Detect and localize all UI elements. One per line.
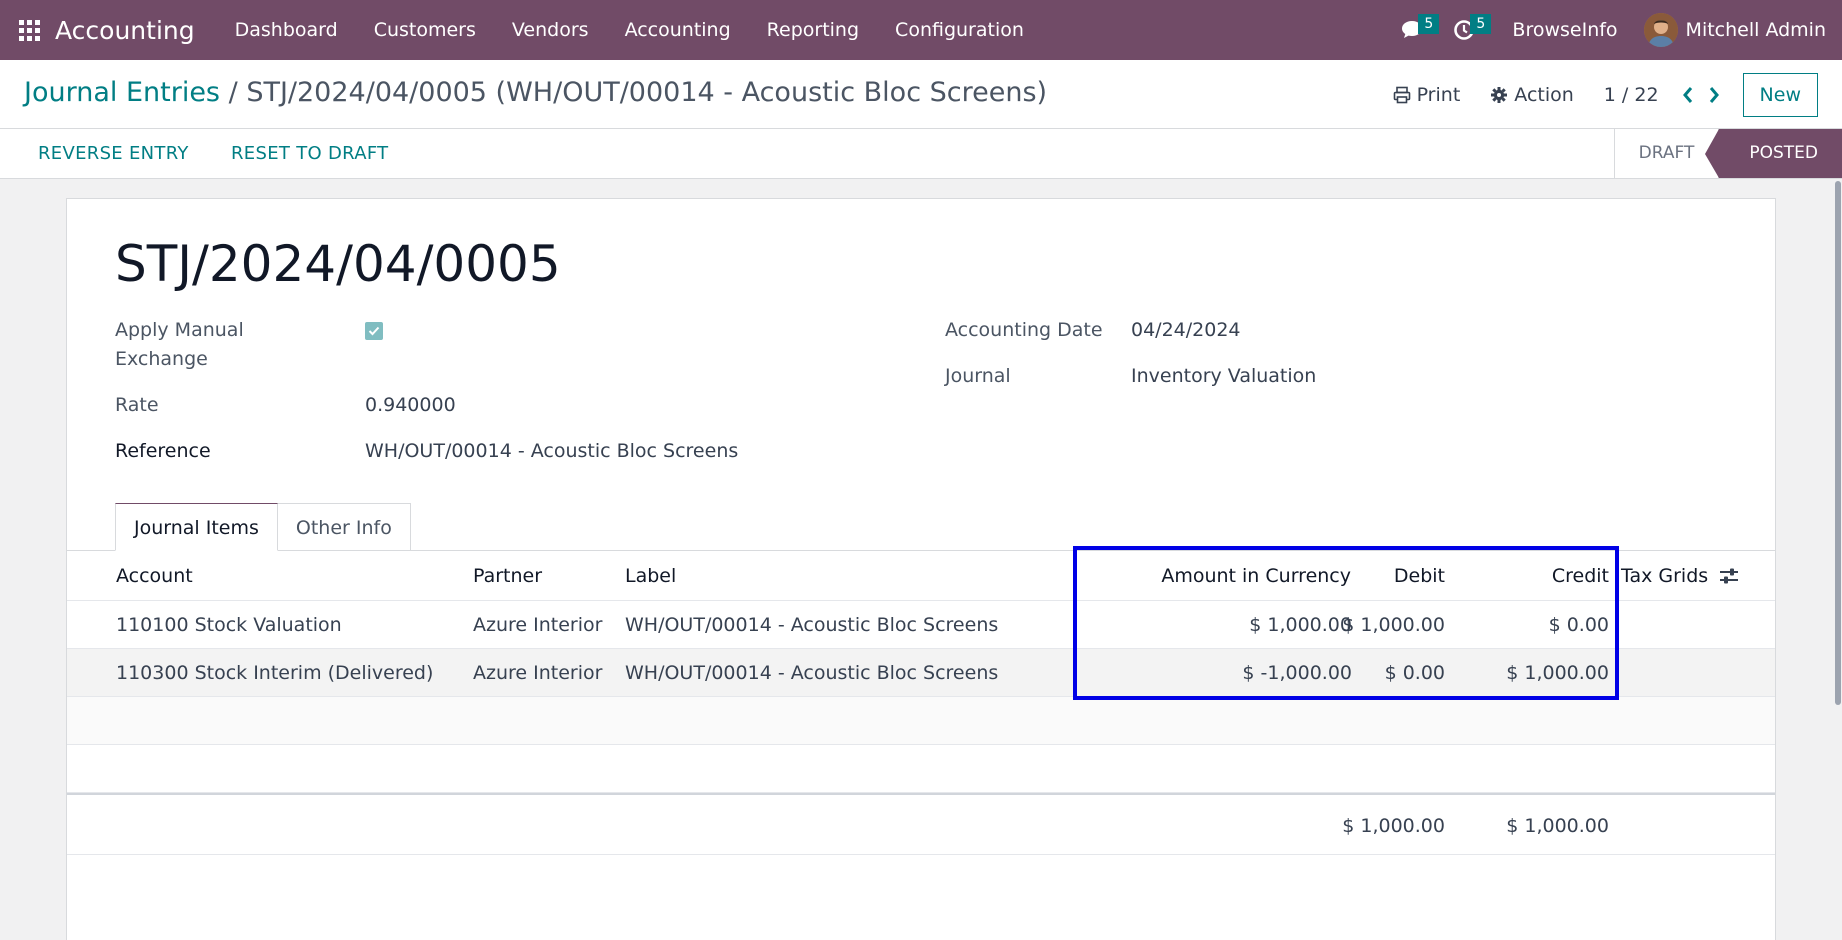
table-header: Account Partner Label Amount in Currency…: [67, 551, 1775, 601]
tab-journal-items[interactable]: Journal Items: [115, 503, 278, 551]
apply-manual-exchange-checkbox[interactable]: [365, 322, 383, 340]
print-label: Print: [1416, 84, 1461, 106]
print-icon: [1393, 86, 1410, 104]
activities-badge: 5: [1470, 14, 1492, 34]
row-credit: $ 0.00: [1548, 614, 1609, 636]
reference-label: Reference: [115, 440, 211, 462]
company-switcher[interactable]: BrowseInfo: [1512, 19, 1617, 41]
activities-button[interactable]: 5: [1444, 0, 1492, 60]
breadcrumb-separator: /: [228, 77, 238, 108]
scrollbar-thumb[interactable]: [1835, 181, 1841, 705]
optional-columns-icon[interactable]: [1719, 566, 1739, 586]
menu-accounting[interactable]: Accounting: [607, 19, 749, 41]
menu-reporting[interactable]: Reporting: [749, 19, 877, 41]
stage-selector: DRAFT POSTED: [1613, 129, 1842, 178]
menu-configuration[interactable]: Configuration: [877, 19, 1042, 41]
journal-label: Journal: [945, 365, 1011, 387]
print-button[interactable]: Print: [1393, 84, 1461, 106]
accounting-date-value[interactable]: 04/24/2024: [1131, 316, 1241, 345]
rate-value[interactable]: 0.940000: [365, 391, 456, 420]
action-button[interactable]: Action: [1490, 84, 1574, 106]
table-footer-totals: $ 1,000.00 $ 1,000.00: [67, 793, 1775, 855]
empty-row[interactable]: [67, 745, 1775, 793]
row-account: 110300 Stock Interim (Delivered): [116, 662, 434, 684]
status-bar: REVERSE ENTRY RESET TO DRAFT DRAFT POSTE…: [0, 129, 1842, 179]
apply-manual-exchange-label-line2: Exchange: [115, 348, 208, 370]
journal-items-table: Account Partner Label Amount in Currency…: [67, 551, 1775, 855]
menu-vendors[interactable]: Vendors: [494, 19, 607, 41]
pager-next-button[interactable]: [1701, 80, 1727, 110]
column-account[interactable]: Account: [116, 551, 193, 601]
chevron-right-icon: [1709, 87, 1719, 103]
total-credit: $ 1,000.00: [1506, 815, 1609, 837]
pager-previous-button[interactable]: [1675, 80, 1701, 110]
empty-row[interactable]: [67, 697, 1775, 745]
rate-label: Rate: [115, 394, 159, 416]
messages-badge: 5: [1418, 14, 1440, 34]
column-partner[interactable]: Partner: [473, 551, 542, 601]
user-menu[interactable]: Mitchell Admin: [1686, 19, 1826, 41]
checkmark-icon: [368, 326, 380, 336]
reset-to-draft-button[interactable]: RESET TO DRAFT: [231, 143, 388, 164]
menu-customers[interactable]: Customers: [356, 19, 494, 41]
column-debit[interactable]: Debit: [1275, 551, 1445, 601]
table-row[interactable]: 110300 Stock Interim (Delivered) Azure I…: [67, 649, 1775, 697]
breadcrumb: Journal Entries / STJ/2024/04/0005 (WH/O…: [24, 77, 1047, 108]
accounting-date-label: Accounting Date: [945, 319, 1103, 341]
action-label: Action: [1514, 84, 1574, 106]
stage-posted[interactable]: POSTED: [1705, 129, 1842, 178]
breadcrumb-root-link[interactable]: Journal Entries: [24, 77, 220, 108]
journal-value[interactable]: Inventory Valuation: [1131, 362, 1316, 391]
table-row[interactable]: 110100 Stock Valuation Azure Interior WH…: [67, 601, 1775, 649]
row-label: WH/OUT/00014 - Acoustic Bloc Screens: [625, 614, 999, 636]
row-debit: $ 1,000.00: [1342, 614, 1445, 636]
chevron-left-icon: [1682, 87, 1692, 103]
row-partner: Azure Interior: [473, 662, 603, 684]
row-account: 110100 Stock Valuation: [116, 614, 342, 636]
column-credit[interactable]: Credit: [1459, 551, 1609, 601]
top-navbar: Accounting Dashboard Customers Vendors A…: [0, 0, 1842, 60]
reverse-entry-button[interactable]: REVERSE ENTRY: [38, 143, 189, 164]
row-debit: $ 0.00: [1384, 662, 1445, 684]
pager-value[interactable]: 1 / 22: [1604, 84, 1659, 106]
app-name[interactable]: Accounting: [55, 16, 195, 45]
gear-icon: [1491, 87, 1508, 103]
column-label[interactable]: Label: [625, 551, 676, 601]
apps-menu-icon[interactable]: [18, 19, 40, 41]
menu-dashboard[interactable]: Dashboard: [217, 19, 356, 41]
row-credit: $ 1,000.00: [1506, 662, 1609, 684]
user-avatar[interactable]: [1643, 13, 1678, 47]
reference-value[interactable]: WH/OUT/00014 - Acoustic Bloc Screens: [365, 437, 738, 466]
stage-draft[interactable]: DRAFT: [1613, 129, 1719, 178]
breadcrumb-current: STJ/2024/04/0005 (WH/OUT/00014 - Acousti…: [246, 77, 1048, 108]
entry-title: STJ/2024/04/0005: [115, 235, 561, 293]
notebook-tabs: Journal Items Other Info: [115, 503, 411, 551]
new-button[interactable]: New: [1742, 73, 1818, 117]
form-sheet: STJ/2024/04/0005 Apply Manual Exchange R…: [66, 198, 1776, 940]
row-partner: Azure Interior: [473, 614, 603, 636]
apply-manual-exchange-label-line1: Apply Manual: [115, 319, 244, 341]
tab-other-info[interactable]: Other Info: [277, 503, 411, 551]
total-debit: $ 1,000.00: [1342, 815, 1445, 837]
row-label: WH/OUT/00014 - Acoustic Bloc Screens: [625, 662, 999, 684]
control-panel: Journal Entries / STJ/2024/04/0005 (WH/O…: [0, 60, 1842, 129]
column-tax-grids[interactable]: Tax Grids: [1621, 551, 1708, 601]
messages-button[interactable]: 5: [1392, 0, 1440, 60]
